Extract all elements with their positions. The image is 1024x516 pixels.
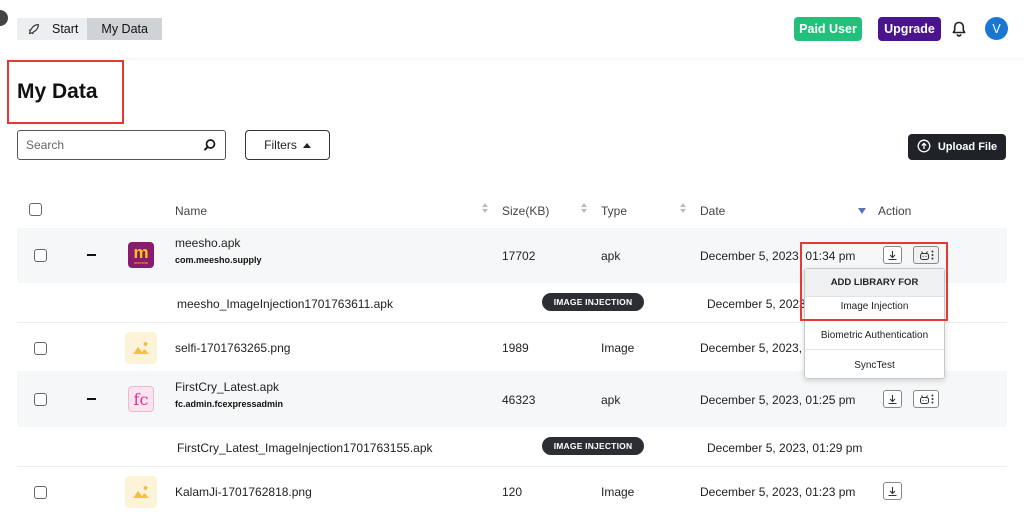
row-checkbox[interactable]	[34, 342, 47, 355]
image-file-icon	[125, 332, 157, 364]
android-icon	[919, 394, 929, 404]
sort-icon[interactable]	[580, 202, 588, 214]
more-vertical-icon	[931, 250, 933, 260]
more-vertical-icon	[931, 394, 933, 404]
breadcrumb-current: My Data	[87, 18, 162, 40]
row-checkbox[interactable]	[34, 393, 47, 406]
column-size[interactable]: Size(KB)	[502, 204, 549, 218]
filters-label: Filters	[264, 138, 297, 152]
paid-user-badge: Paid User	[794, 17, 862, 41]
breadcrumb-current-label: My Data	[101, 22, 148, 36]
sort-icon[interactable]	[679, 202, 687, 214]
image-injection-tag: IMAGE INJECTION	[542, 437, 644, 455]
column-date[interactable]: Date	[700, 204, 725, 218]
search-icon[interactable]	[203, 138, 217, 152]
upload-icon	[917, 139, 931, 156]
dropdown-item-biometric-authentication[interactable]: Biometric Authentication	[805, 322, 944, 350]
table-header: Name Size(KB) Type Date Action	[17, 196, 1007, 226]
collapse-icon[interactable]	[87, 254, 96, 256]
filters-button[interactable]: Filters	[245, 130, 330, 160]
search-input[interactable]	[26, 138, 203, 152]
download-button[interactable]	[883, 246, 902, 264]
upload-file-button[interactable]: Upload File	[908, 134, 1006, 160]
file-date: December 5, 2023, 01:34 pm	[700, 249, 856, 263]
download-icon	[888, 486, 897, 496]
table-row[interactable]: fc FirstCry_Latest.apk fc.admin.fcexpres…	[17, 371, 1007, 427]
search-box[interactable]	[17, 130, 226, 160]
meesho-app-icon: m meesho	[128, 242, 154, 268]
file-type: apk	[601, 393, 621, 407]
file-date: December 5, 2023, 01:23 pm	[700, 485, 856, 499]
download-icon	[888, 250, 897, 260]
android-icon	[919, 250, 929, 260]
download-button[interactable]	[883, 390, 902, 408]
avatar[interactable]: V	[985, 17, 1008, 40]
add-library-button[interactable]	[913, 390, 939, 408]
firstcry-app-icon: fc	[128, 386, 154, 412]
breadcrumb-start[interactable]: Start	[17, 18, 88, 40]
row-checkbox[interactable]	[34, 486, 47, 499]
file-type: apk	[601, 249, 621, 263]
select-all-checkbox[interactable]	[29, 203, 42, 216]
file-size: 120	[502, 485, 523, 499]
file-name: meesho.apk	[175, 236, 241, 250]
file-size: 1989	[502, 341, 529, 355]
column-name[interactable]: Name	[175, 204, 207, 218]
file-name: KalamJi-1701762818.png	[175, 485, 312, 499]
table-row[interactable]: KalamJi-1701762818.png 120 Image Decembe…	[17, 467, 1007, 516]
breadcrumb-start-label: Start	[52, 22, 79, 36]
window-dot	[0, 10, 8, 26]
dropdown-item-synctest[interactable]: SyncTest	[805, 351, 944, 379]
download-icon	[888, 394, 897, 404]
file-type: Image	[601, 485, 635, 499]
top-bar: Start My Data Paid User Upgrade V	[0, 0, 1024, 58]
image-injection-tag: IMAGE INJECTION	[542, 293, 644, 311]
file-date: December 5, 2023, 01:25 pm	[700, 393, 856, 407]
breadcrumb: Start My Data	[17, 18, 162, 40]
column-action: Action	[878, 204, 912, 218]
package-name: com.meesho.supply	[175, 255, 262, 265]
image-file-icon	[125, 476, 157, 508]
dropdown-item-image-injection[interactable]: Image Injection	[805, 293, 944, 321]
file-date: December 5, 2023, 01:29 pm	[707, 441, 863, 455]
sort-icon[interactable]	[481, 202, 489, 214]
table-row[interactable]: FirstCry_Latest_ImageInjection1701763155…	[17, 427, 1007, 467]
column-type[interactable]: Type	[601, 204, 627, 218]
upload-file-label: Upload File	[937, 141, 998, 153]
file-name: meesho_ImageInjection1701763611.apk	[177, 297, 393, 311]
download-button[interactable]	[883, 482, 902, 500]
row-checkbox[interactable]	[34, 249, 47, 262]
upgrade-button[interactable]: Upgrade	[878, 17, 941, 41]
file-name: selfi-1701763265.png	[175, 341, 291, 355]
rocket-icon	[26, 22, 40, 36]
add-library-button[interactable]	[913, 246, 939, 264]
file-size: 17702	[502, 249, 536, 263]
file-size: 46323	[502, 393, 536, 407]
add-library-dropdown: ADD LIBRARY FOR Image Injection Biometri…	[804, 268, 945, 379]
sort-desc-icon[interactable]	[858, 205, 866, 217]
bell-icon[interactable]	[950, 20, 968, 38]
file-type: Image	[601, 341, 635, 355]
file-name: FirstCry_Latest_ImageInjection1701763155…	[177, 441, 433, 455]
collapse-icon[interactable]	[87, 398, 96, 400]
file-name: FirstCry_Latest.apk	[175, 380, 280, 394]
caret-up-icon	[302, 142, 311, 148]
page-title: My Data	[17, 80, 98, 103]
package-name: fc.admin.fcexpressadmin	[175, 399, 284, 409]
